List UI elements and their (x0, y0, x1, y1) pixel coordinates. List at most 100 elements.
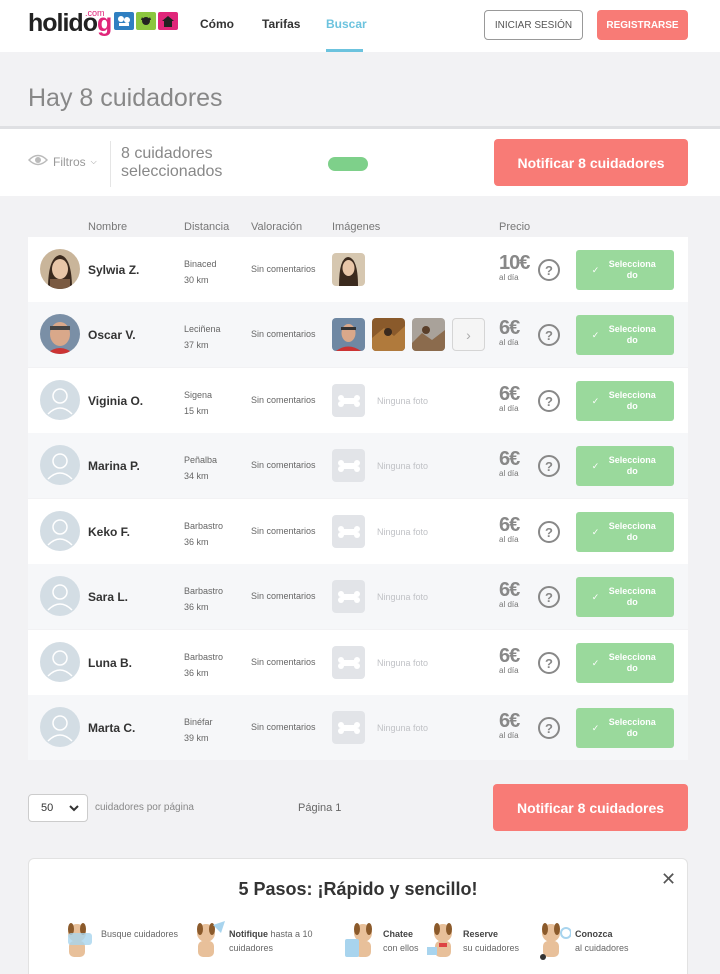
price-unit: al día (499, 273, 519, 282)
select-button[interactable]: ✓ Selecciona do (576, 577, 674, 617)
help-icon[interactable]: ? (538, 390, 560, 412)
select-button[interactable]: ✓ Selecciona do (576, 512, 674, 552)
selected-count-line2: seleccionados (121, 163, 223, 180)
photo-thumbnail[interactable] (332, 253, 365, 286)
table-row[interactable]: Oscar V. Leciñena 37 km Sin comentarios … (28, 302, 688, 367)
help-icon[interactable]: ? (538, 717, 560, 739)
table-row[interactable]: Keko F. Barbastro 36 km Sin comentarios … (28, 499, 688, 564)
dog-notify-icon (197, 921, 225, 957)
price-value: 6€ (499, 710, 520, 732)
dog-reserve-icon (427, 923, 452, 957)
login-button[interactable]: INICIAR SESIÓN (484, 10, 583, 40)
caregiver-name[interactable]: Marta C. (88, 721, 135, 735)
avatar (40, 314, 80, 354)
images: Ninguna foto (332, 580, 428, 613)
help-icon[interactable]: ? (538, 521, 560, 543)
help-icon[interactable]: ? (538, 586, 560, 608)
check-icon: ✓ (591, 329, 600, 340)
nav-buscar[interactable]: Buscar (326, 17, 367, 31)
select-button[interactable]: ✓ Selecciona do (576, 250, 674, 290)
divider (110, 141, 111, 187)
chevron-down-icon: ⌵ (90, 156, 97, 166)
no-photo-label: Ninguna foto (377, 657, 429, 668)
select-button[interactable]: ✓ Selecciona do (576, 381, 674, 421)
default-avatar-icon (40, 642, 80, 682)
select-label: Selecciona do (608, 521, 656, 542)
logo-cat-icon (136, 12, 157, 30)
notify-caregivers-bottom-button[interactable]: Notificar 8 cuidadores (493, 784, 688, 831)
distance: 15 km (184, 406, 209, 416)
select-label: Selecciona do (608, 586, 656, 607)
caregiver-location: Peñalba 34 km (184, 452, 217, 484)
no-photo-label: Ninguna foto (377, 395, 429, 406)
register-button[interactable]: REGISTRARSE (597, 10, 688, 40)
select-button[interactable]: ✓ Selecciona do (576, 708, 674, 748)
caregiver-name[interactable]: Viginia O. (88, 394, 143, 408)
price: 6€ al día (499, 448, 520, 479)
bone-icon (332, 711, 365, 744)
table-row[interactable]: Sara L. Barbastro 36 km Sin comentarios … (28, 564, 688, 629)
holidog-logo[interactable]: holidog .com (28, 8, 179, 42)
step-item: Conozca al cuidadores (537, 919, 629, 961)
price-value: 6€ (499, 448, 520, 470)
selected-count-line1: 8 cuidadores (121, 145, 213, 162)
caregiver-name[interactable]: Keko F. (88, 525, 130, 539)
photo-thumbnail[interactable] (372, 318, 405, 351)
help-icon[interactable]: ? (538, 652, 560, 674)
check-icon: ✓ (591, 591, 600, 602)
column-header-images: Imágenes (332, 221, 381, 233)
close-icon[interactable]: ✕ (661, 869, 676, 890)
help-icon[interactable]: ? (538, 455, 560, 477)
select-button[interactable]: ✓ Selecciona do (576, 643, 674, 683)
images: Ninguna foto (332, 711, 428, 744)
distance: 36 km (184, 537, 209, 547)
nav-tarifas[interactable]: Tarifas (262, 17, 300, 31)
caregiver-name[interactable]: Oscar V. (88, 328, 136, 342)
rating: Sin comentarios (251, 591, 316, 601)
default-avatar-icon (40, 511, 80, 551)
caregiver-name[interactable]: Marina P. (88, 459, 140, 473)
city: Binaced (184, 259, 217, 269)
table-row[interactable]: Marina P. Peñalba 34 km Sin comentarios … (28, 433, 688, 498)
rating: Sin comentarios (251, 264, 316, 274)
table-row[interactable]: Viginia O. Sigena 15 km Sin comentarios … (28, 368, 688, 433)
bone-icon (332, 384, 365, 417)
caregiver-name[interactable]: Luna B. (88, 656, 132, 670)
per-page-value: 50 (41, 802, 54, 814)
caregiver-name[interactable]: Sara L. (88, 590, 128, 604)
table-row[interactable]: Luna B. Barbastro 36 km Sin comentarios … (28, 630, 688, 695)
caregiver-location: Sigena 15 km (184, 387, 212, 419)
per-page-select[interactable]: 50 (28, 794, 88, 822)
rating: Sin comentarios (251, 657, 316, 667)
dog-meet-icon (540, 923, 571, 960)
caregiver-name[interactable]: Sylwia Z. (88, 263, 139, 277)
price-value: 10€ (499, 252, 530, 274)
rating: Sin comentarios (251, 395, 316, 405)
default-avatar-icon (40, 380, 80, 420)
selection-progress-pill (328, 157, 368, 171)
select-button[interactable]: ✓ Selecciona do (576, 446, 674, 486)
help-icon[interactable]: ? (538, 324, 560, 346)
no-photo-label: Ninguna foto (377, 591, 429, 602)
price: 6€ al día (499, 515, 520, 545)
table-row[interactable]: Marta C. Binéfar 39 km Sin comentarios N… (28, 695, 688, 760)
nav-como[interactable]: Cómo (200, 17, 234, 31)
price-unit: al día (499, 338, 519, 347)
rating: Sin comentarios (251, 722, 316, 732)
select-button[interactable]: ✓ Selecciona do (576, 315, 674, 355)
caregiver-location: Barbastro 36 km (184, 518, 223, 550)
notify-caregivers-button[interactable]: Notificar 8 cuidadores (494, 139, 688, 186)
price-unit: al día (499, 666, 519, 675)
eye-icon (27, 154, 49, 169)
photo-thumbnail[interactable] (412, 318, 445, 351)
help-icon[interactable]: ? (538, 259, 560, 281)
caregiver-location: Barbastro 36 km (184, 649, 223, 681)
check-icon: ✓ (591, 657, 600, 668)
price-unit: al día (499, 535, 519, 544)
rating: Sin comentarios (251, 460, 316, 470)
filters-toggle[interactable]: Filtros ⌵ (27, 154, 97, 169)
table-row[interactable]: Sylwia Z. Binaced 30 km Sin comentarios … (28, 237, 688, 302)
photo-thumbnail[interactable] (332, 318, 365, 351)
step-text-2: al cuidadores (575, 943, 629, 953)
next-photos-button[interactable]: › (452, 318, 485, 351)
